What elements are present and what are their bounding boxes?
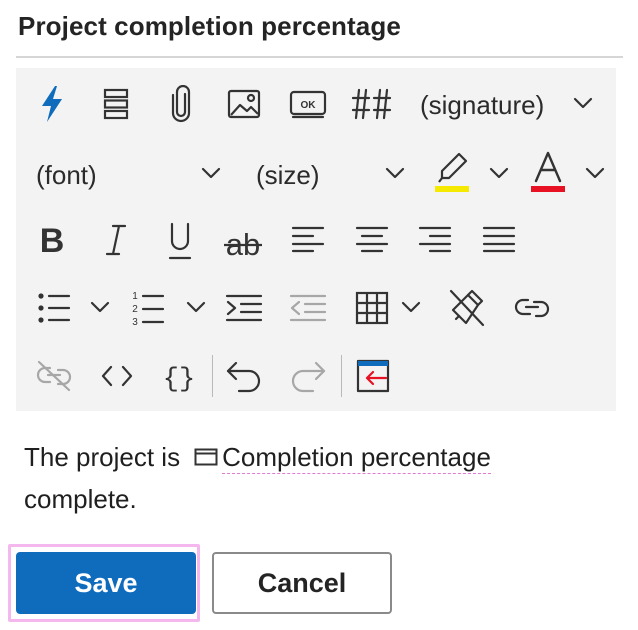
- chevron-down-icon[interactable]: [186, 300, 206, 319]
- unlink-icon[interactable]: [34, 358, 74, 394]
- strikethrough-icon[interactable]: ab: [222, 220, 264, 262]
- bold-icon[interactable]: B: [36, 222, 68, 258]
- align-left-icon[interactable]: [290, 224, 326, 254]
- content-text: The project is: [24, 442, 181, 472]
- svg-text:3: 3: [132, 317, 138, 327]
- page-title: Project completion percentage: [18, 11, 401, 41]
- link-icon[interactable]: [512, 290, 552, 326]
- size-dropdown[interactable]: (size): [256, 156, 320, 194]
- indent-icon[interactable]: [224, 290, 264, 326]
- chevron-down-icon[interactable]: [585, 166, 605, 185]
- align-center-icon[interactable]: [354, 224, 390, 254]
- numbered-list-icon[interactable]: 1 2 3: [130, 288, 166, 328]
- content-text: complete.: [24, 484, 137, 515]
- svg-text:{}: {}: [164, 365, 194, 393]
- editor-toolbar: OK (signature) (font) (size) B ab 1 2 3 …: [16, 68, 616, 411]
- font-color-icon[interactable]: [528, 150, 568, 194]
- chevron-down-icon[interactable]: [401, 300, 421, 319]
- chevron-down-icon[interactable]: [489, 166, 509, 185]
- clear-formatting-icon[interactable]: [446, 286, 488, 330]
- completion-percentage-token[interactable]: Completion percentage: [222, 442, 491, 474]
- chevron-down-icon[interactable]: [573, 96, 593, 115]
- chevron-down-icon[interactable]: [90, 300, 110, 319]
- signature-dropdown[interactable]: (signature): [420, 86, 544, 124]
- underline-icon[interactable]: [166, 220, 194, 262]
- cancel-button[interactable]: Cancel: [212, 552, 392, 614]
- window-icon: [194, 438, 218, 476]
- save-button[interactable]: Save: [16, 552, 196, 614]
- highlight-icon[interactable]: [432, 150, 472, 194]
- image-icon[interactable]: [226, 86, 262, 122]
- braces-icon[interactable]: {}: [162, 358, 196, 394]
- italic-icon[interactable]: [102, 222, 130, 258]
- chevron-down-icon[interactable]: [201, 166, 221, 185]
- undo-icon[interactable]: [224, 358, 264, 394]
- title-bar: Project completion percentage: [16, 0, 623, 58]
- attachment-icon[interactable]: [166, 84, 196, 124]
- font-label: (font): [36, 159, 97, 190]
- align-right-icon[interactable]: [417, 224, 453, 254]
- svg-text:1: 1: [132, 291, 138, 302]
- button-icon[interactable]: OK: [288, 86, 328, 122]
- toolbar-divider: [212, 355, 213, 397]
- quick-parts-icon[interactable]: [36, 84, 68, 124]
- svg-text:OK: OK: [301, 100, 317, 111]
- text-block-icon[interactable]: [100, 86, 132, 122]
- svg-text:2: 2: [132, 304, 138, 315]
- svg-text:B: B: [40, 223, 65, 257]
- editor-content[interactable]: The project is Completion percentage comp…: [24, 438, 584, 518]
- insert-icon[interactable]: [354, 356, 392, 396]
- toolbar-divider: [341, 355, 342, 397]
- redo-icon[interactable]: [288, 358, 328, 394]
- font-dropdown[interactable]: (font): [36, 156, 97, 194]
- signature-label: (signature): [420, 89, 545, 120]
- outdent-icon[interactable]: [288, 290, 328, 326]
- justify-icon[interactable]: [481, 224, 517, 254]
- number-icon[interactable]: [350, 84, 394, 124]
- table-icon[interactable]: [354, 288, 390, 328]
- chevron-down-icon[interactable]: [385, 166, 405, 185]
- bullet-list-icon[interactable]: [36, 290, 72, 326]
- size-label: (size): [256, 159, 320, 190]
- code-icon[interactable]: [100, 360, 134, 392]
